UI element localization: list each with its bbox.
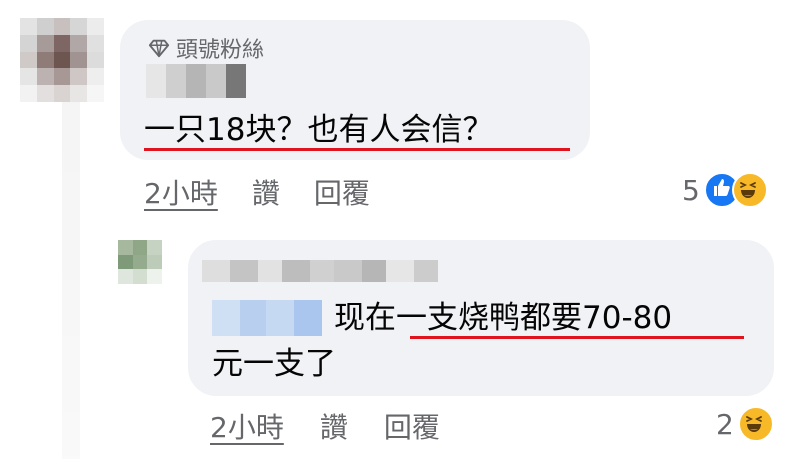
reaction-count: 5 (682, 173, 700, 207)
thread-connector-line (62, 100, 80, 459)
like-action[interactable]: 讚 (252, 172, 280, 212)
reaction-summary[interactable]: 5 (682, 172, 768, 208)
like-action[interactable]: 讚 (320, 406, 348, 446)
comment-bubble: 现在一支烧鸭都要70-80 元一支了 (188, 240, 774, 396)
timestamp-link[interactable]: 2小時 (144, 172, 218, 212)
reply-action[interactable]: 回覆 (384, 406, 440, 446)
mentioned-user-blurred[interactable] (212, 300, 322, 336)
top-fan-badge: 頭號粉絲 (148, 34, 265, 63)
comment-bubble: 頭號粉絲 一只18块？也有人会信？ (120, 20, 590, 160)
reaction-count: 2 (716, 407, 734, 441)
reply-action[interactable]: 回覆 (314, 172, 370, 212)
avatar[interactable] (20, 18, 104, 102)
comment-text-line2: 元一支了 (212, 346, 336, 382)
haha-icon (737, 406, 774, 442)
diamond-icon (148, 39, 170, 58)
badge-label: 頭號粉絲 (176, 38, 265, 63)
highlight-underline (144, 148, 570, 151)
avatar[interactable] (118, 240, 162, 284)
comment-actions: 2小時 讚 回覆 (210, 406, 440, 446)
author-name-blurred[interactable] (202, 260, 438, 282)
comment-actions: 2小時 讚 回覆 (144, 172, 370, 212)
haha-icon (731, 172, 768, 208)
reaction-summary[interactable]: 2 (716, 406, 774, 442)
timestamp-link[interactable]: 2小時 (210, 406, 284, 446)
highlight-underline (410, 336, 744, 339)
comment-text-line1: 现在一支烧鸭都要70-80 (334, 300, 673, 336)
comment-text: 一只18块？也有人会信？ (144, 112, 494, 148)
author-name-blurred[interactable] (146, 64, 246, 98)
